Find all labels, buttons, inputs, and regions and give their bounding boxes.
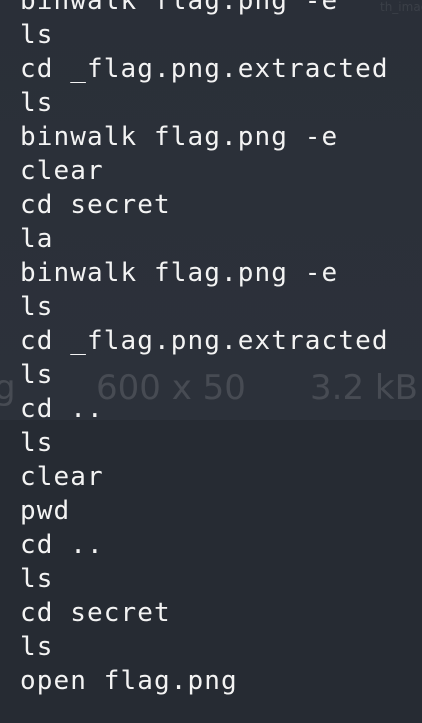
history-line: cd _flag.png.extracted bbox=[20, 54, 389, 84]
history-line: ls bbox=[20, 88, 54, 118]
command-history: binwalk flag.png -e ls cd _flag.png.extr… bbox=[20, 0, 420, 698]
history-line: cd _flag.png.extracted bbox=[20, 326, 389, 356]
history-line: clear bbox=[20, 156, 104, 186]
history-line: cd .. bbox=[20, 530, 104, 560]
history-line: ls bbox=[20, 564, 54, 594]
history-line: cd .. bbox=[20, 394, 104, 424]
history-line: ls bbox=[20, 360, 54, 390]
history-line: cd secret bbox=[20, 190, 171, 220]
history-line: pwd bbox=[20, 496, 71, 526]
history-line: ls bbox=[20, 632, 54, 662]
history-line: open flag.png bbox=[20, 666, 238, 696]
history-line: cd secret bbox=[20, 598, 171, 628]
history-line: binwalk flag.png -e bbox=[20, 122, 339, 152]
history-line: binwalk flag.png -e bbox=[20, 0, 339, 16]
history-line: binwalk flag.png -e bbox=[20, 258, 339, 288]
history-line: ls bbox=[20, 428, 54, 458]
history-line: ls bbox=[20, 20, 54, 50]
history-line: la bbox=[20, 224, 54, 254]
history-line: ls bbox=[20, 292, 54, 322]
history-line: clear bbox=[20, 462, 104, 492]
ghost-filename-fragment: g bbox=[0, 368, 16, 408]
